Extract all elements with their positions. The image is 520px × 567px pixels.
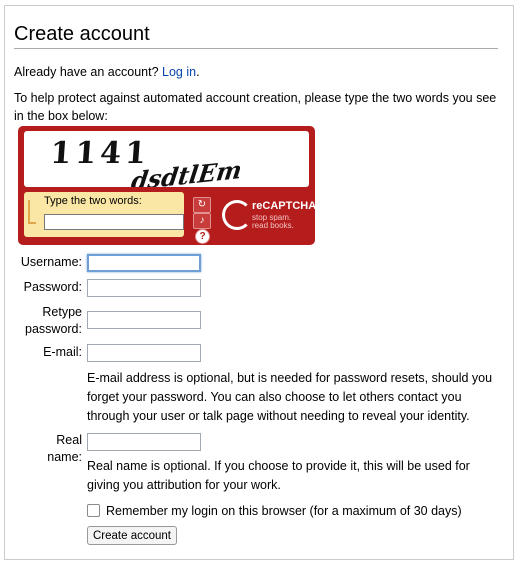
- email-help-text: E-mail address is optional, but is neede…: [87, 371, 493, 423]
- create-account-button[interactable]: Create account: [87, 526, 177, 545]
- password-label: Password:: [23, 280, 82, 294]
- email-input[interactable]: [87, 344, 201, 362]
- recaptcha-widget: 1141 dsdtlEm Type the two words: ↻ ♪ ? r…: [18, 126, 327, 245]
- username-label: Username:: [20, 255, 82, 269]
- arrow-icon: [28, 200, 36, 224]
- page-title: Create account: [14, 22, 498, 49]
- real-name-help-text: Real name is optional. If you choose to …: [87, 459, 470, 492]
- login-link[interactable]: Log in: [162, 65, 196, 79]
- captcha-input-label: Type the two words:: [44, 195, 142, 207]
- recaptcha-ring-icon: [222, 200, 252, 230]
- have-account-line: Already have an account? Log in.: [14, 63, 200, 81]
- remember-login-checkbox[interactable]: [87, 504, 100, 517]
- refresh-icon[interactable]: ↻: [193, 197, 211, 213]
- captcha-input-panel: Type the two words:: [24, 192, 184, 237]
- real-name-label: Real name:: [47, 433, 82, 464]
- captcha-image: 1141 dsdtlEm: [24, 131, 309, 196]
- remember-login-label[interactable]: Remember my login on this browser (for a…: [106, 504, 462, 518]
- retype-password-label: Retype password:: [25, 305, 82, 336]
- help-icon[interactable]: ?: [195, 229, 210, 244]
- retype-password-input[interactable]: [87, 311, 201, 329]
- email-label: E-mail:: [43, 345, 82, 359]
- captcha-instructions: To help protect against automated accoun…: [14, 91, 497, 123]
- have-account-text: Already have an account?: [14, 65, 159, 79]
- recaptcha-tagline: stop spam. read books.: [252, 213, 294, 230]
- login-period: .: [196, 65, 200, 79]
- captcha-input[interactable]: [44, 214, 184, 230]
- password-input[interactable]: [87, 279, 201, 297]
- username-input[interactable]: [87, 254, 201, 272]
- remember-login-row: Remember my login on this browser (for a…: [87, 503, 462, 519]
- audio-icon[interactable]: ♪: [193, 213, 211, 229]
- recaptcha-logo: reCAPTCHA™ stop spam. read books.: [222, 196, 327, 236]
- real-name-input[interactable]: [87, 433, 201, 451]
- recaptcha-brand: reCAPTCHA™: [252, 200, 328, 212]
